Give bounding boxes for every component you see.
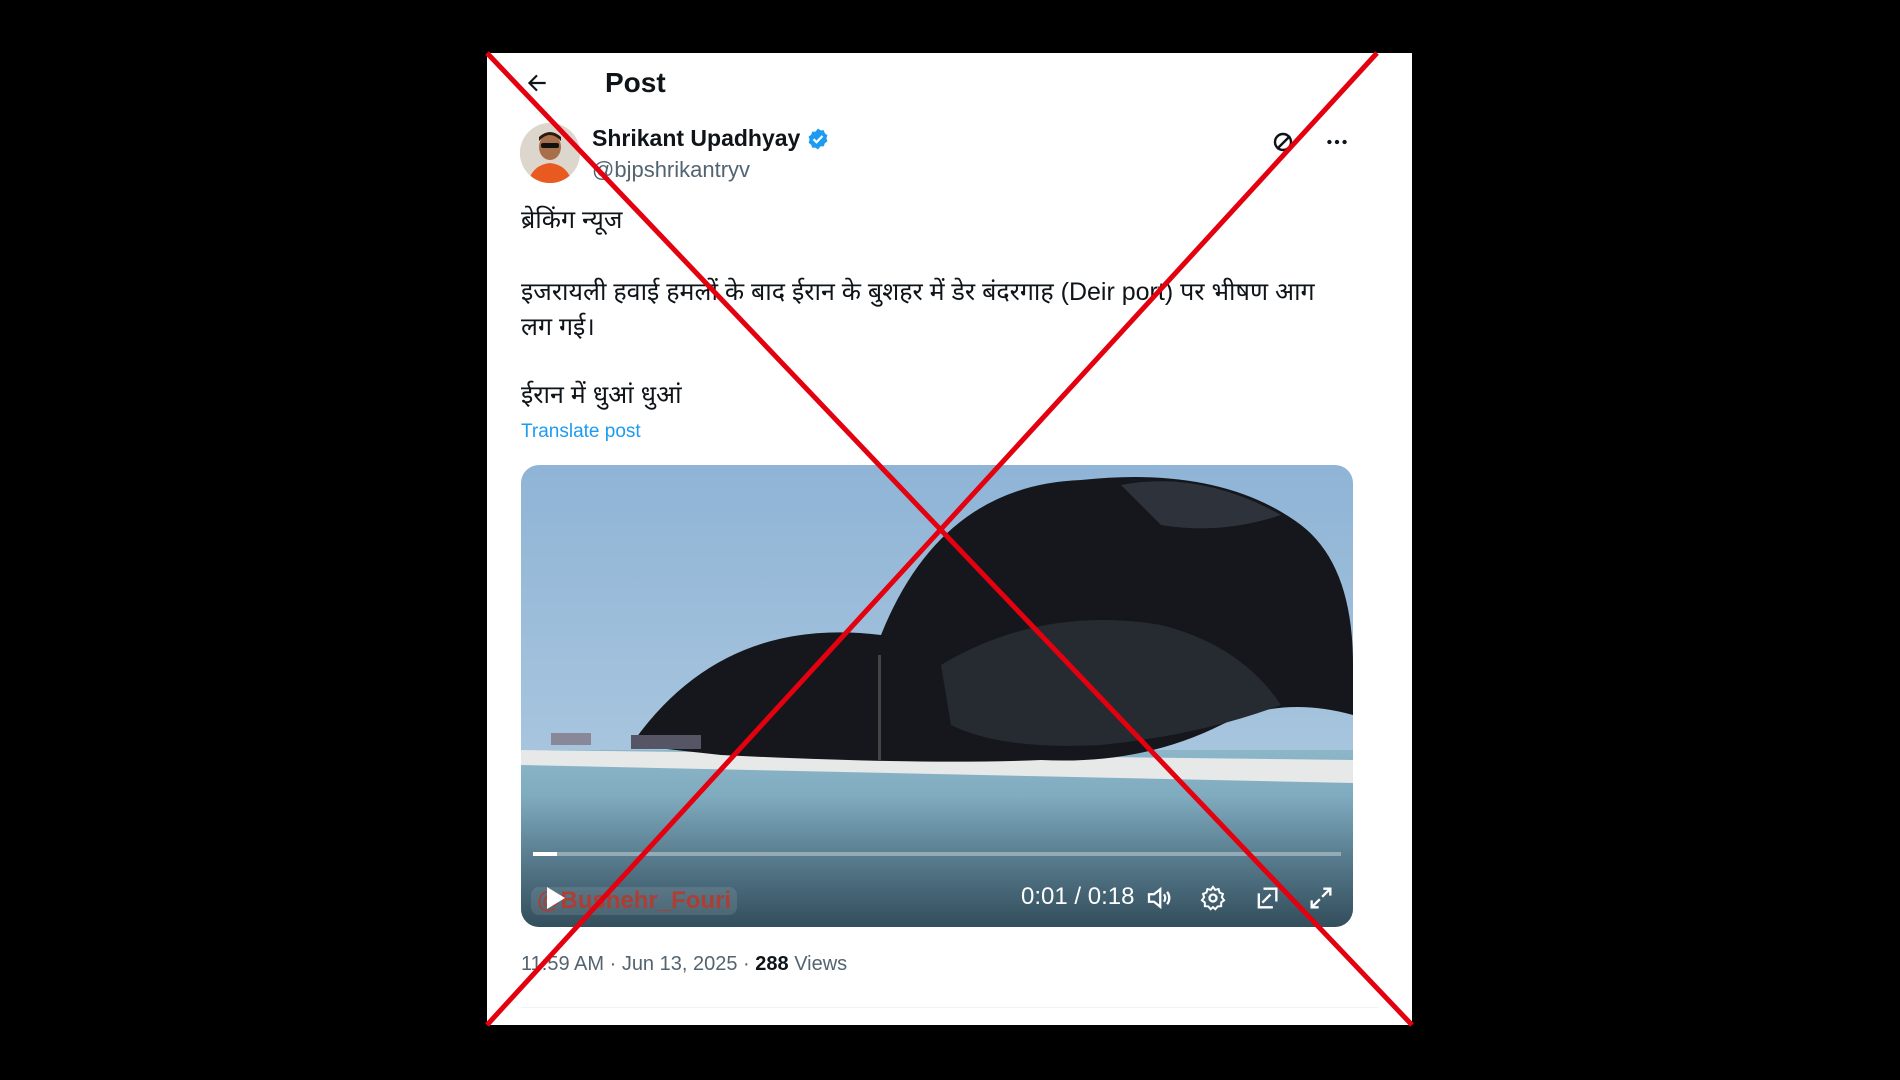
fullscreen-icon xyxy=(1310,887,1332,909)
play-button[interactable] xyxy=(535,877,575,919)
volume-button[interactable] xyxy=(1139,877,1179,919)
video-progress-bar[interactable] xyxy=(533,852,1341,856)
meta-separator: · xyxy=(609,953,622,975)
video-player[interactable]: @Bushehr_Fouri 0:01 / 0:18 xyxy=(521,465,1353,927)
top-bar: Post xyxy=(487,53,1412,113)
post-text-line-1: ब्रेकिंग न्यूज xyxy=(521,206,623,234)
grok-button[interactable] xyxy=(1266,125,1300,159)
meta-separator: · xyxy=(743,953,756,975)
views-label: Views xyxy=(794,953,848,975)
volume-icon xyxy=(1147,886,1171,910)
video-frame xyxy=(521,465,1353,927)
dock-icon xyxy=(1257,887,1278,909)
post-text-line-2: इजरायली हवाई हमलों के बाद ईरान के बुशहर … xyxy=(521,278,1315,341)
more-icon xyxy=(1327,139,1347,145)
back-button[interactable] xyxy=(517,63,557,103)
post-date[interactable]: Jun 13, 2025 xyxy=(622,953,738,975)
author-name-text: Shrikant Upadhyay xyxy=(592,125,801,151)
play-icon xyxy=(547,887,565,909)
fullscreen-button[interactable] xyxy=(1301,877,1341,919)
picture-in-picture-button[interactable] xyxy=(1247,877,1287,919)
arrow-left-icon xyxy=(527,74,546,92)
post-meta: 11:59 AM · Jun 13, 2025 · 288 Views xyxy=(521,953,847,976)
post-time[interactable]: 11:59 AM xyxy=(521,953,604,975)
avatar[interactable] xyxy=(520,123,580,183)
avatar-image xyxy=(520,123,580,183)
post-card: Post Shrikant Upadhyay @bjpshrikantryv ब… xyxy=(487,53,1412,1025)
video-progress-fill xyxy=(533,852,558,856)
gear-icon xyxy=(1200,885,1226,911)
grok-icon xyxy=(1273,132,1293,152)
translate-post-link[interactable]: Translate post xyxy=(521,421,641,443)
author-name[interactable]: Shrikant Upadhyay xyxy=(592,125,830,152)
settings-button[interactable] xyxy=(1193,877,1233,919)
video-timecode: 0:01 / 0:18 xyxy=(1021,883,1135,910)
more-options-button[interactable] xyxy=(1320,125,1354,159)
post-text-line-3: ईरान में धुआं धुआं xyxy=(521,381,682,409)
verified-badge-icon xyxy=(808,128,828,149)
author-handle[interactable]: @bjpshrikantryv xyxy=(592,157,750,183)
page-title: Post xyxy=(605,67,666,98)
views-count: 288 xyxy=(755,953,789,975)
divider xyxy=(521,1007,1379,1008)
